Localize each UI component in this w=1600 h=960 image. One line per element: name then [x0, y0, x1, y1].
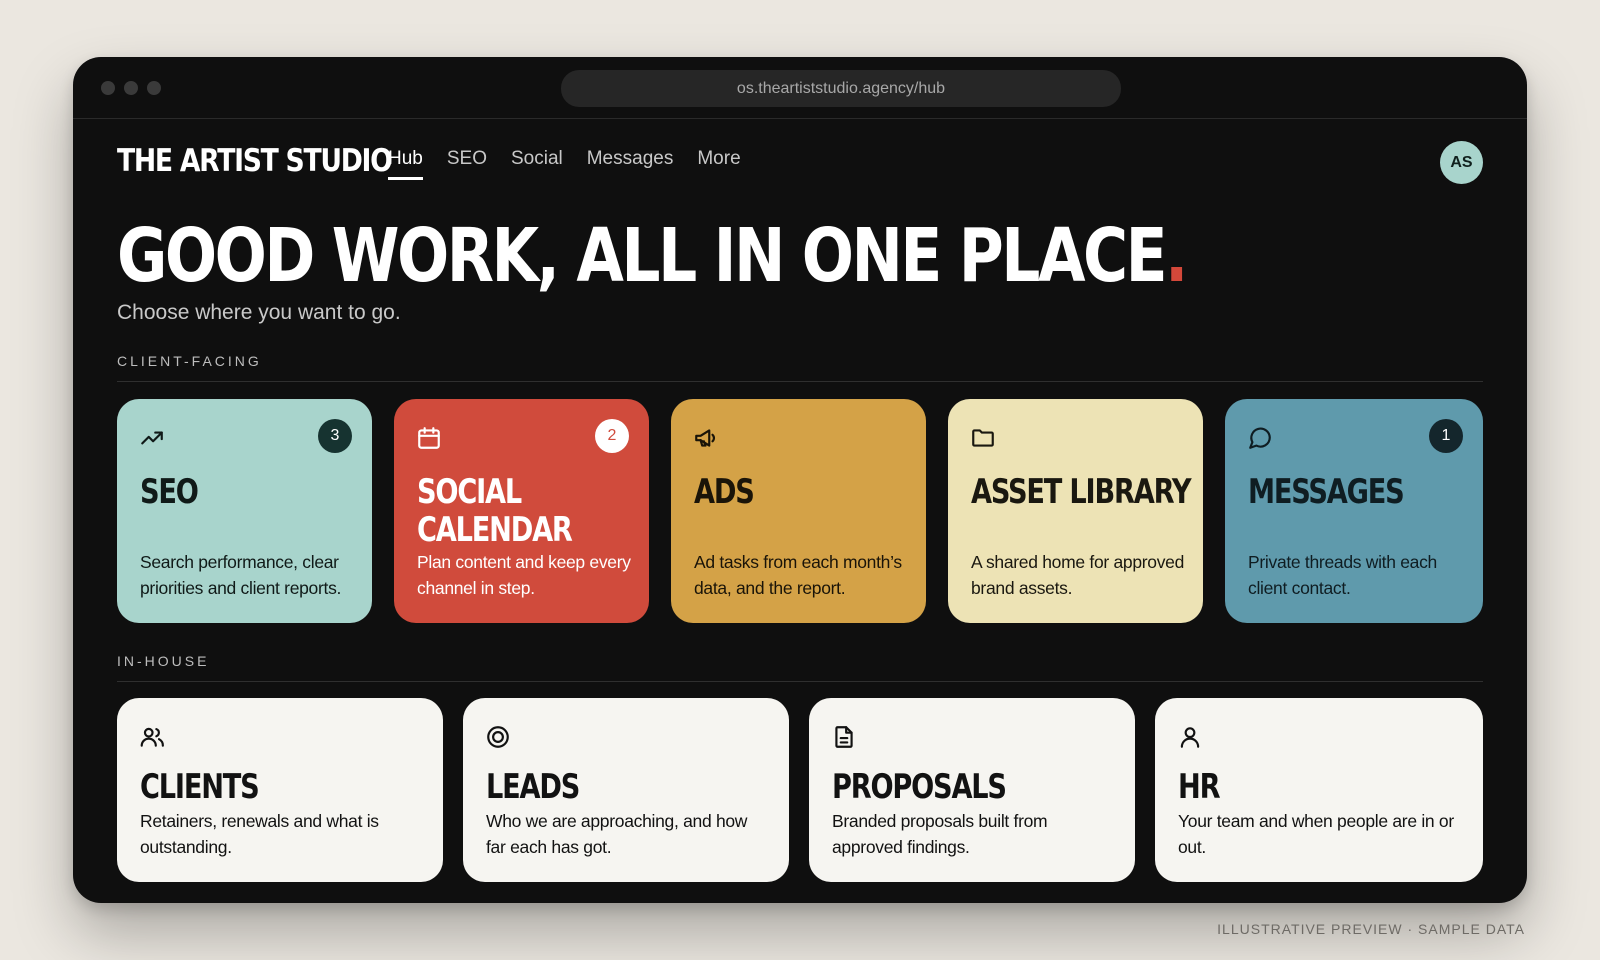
card-description: Branded proposals built from approved fi… [832, 811, 1048, 857]
card-hr[interactable]: HR Your team and when people are in or o… [1155, 698, 1483, 882]
nav-menu: Hub SEO Social Messages More [388, 148, 741, 180]
card-title: SEO [140, 472, 199, 512]
nav-item-seo[interactable]: SEO [447, 148, 487, 180]
browser-window: os.theartiststudio.agency/hub THE ARTIST… [73, 57, 1527, 903]
page-title-accent: . [1165, 213, 1188, 299]
window-dot-close[interactable] [101, 81, 115, 95]
megaphone-icon [695, 429, 715, 447]
section-divider [117, 681, 1483, 682]
card-description: Plan content and keep every channel in s… [417, 552, 631, 598]
card-description: Retainers, renewals and what is outstand… [140, 811, 379, 857]
card-title: CLIENTS [140, 767, 260, 807]
card-ads[interactable]: ADS Ad tasks from each month’s data, and… [671, 399, 926, 623]
card-description: Private threads with each client contact… [1248, 552, 1437, 598]
card-description: Your team and when people are in or out. [1178, 811, 1454, 857]
card-title: PROPOSALS [832, 767, 1007, 807]
window-dot-maximize[interactable] [147, 81, 161, 95]
nav-item-messages[interactable]: Messages [587, 148, 674, 180]
page-title: GOOD WORK, ALL IN ONE PLACE. [117, 219, 1188, 293]
target-icon [487, 726, 509, 748]
chat-bubble-icon [1249, 427, 1271, 449]
users-icon [140, 727, 164, 747]
page-title-text: GOOD WORK, ALL IN ONE PLACE [117, 213, 1168, 299]
card-title: HR [1178, 767, 1221, 807]
window-controls [101, 81, 161, 95]
trending-up-icon [141, 431, 163, 445]
section-label-client-facing: CLIENT-FACING [117, 353, 262, 369]
user-avatar[interactable]: AS [1440, 141, 1483, 184]
card-description: A shared home for approved brand assets. [971, 552, 1185, 598]
browser-titlebar: os.theartiststudio.agency/hub [73, 57, 1527, 119]
nav-item-more[interactable]: More [697, 148, 740, 180]
card-social-calendar[interactable]: 2 SOCIAL CALENDAR Plan content and keep … [394, 399, 649, 623]
notification-badge: 3 [318, 419, 352, 453]
footer-note: ILLUSTRATIVE PREVIEW · SAMPLE DATA [1217, 921, 1525, 937]
folder-icon [972, 429, 994, 447]
section-label-in-house: IN-HOUSE [117, 653, 210, 669]
card-seo[interactable]: 3 SEO Search performance, clear prioriti… [117, 399, 372, 623]
brand-logo[interactable]: THE ARTIST STUDIO [117, 143, 393, 179]
section-divider [117, 381, 1483, 382]
notification-badge: 2 [595, 419, 629, 453]
card-title: ASSET LIBRARY [971, 472, 1192, 512]
page-subtitle: Choose where you want to go. [117, 301, 401, 324]
nav-item-social[interactable]: Social [511, 148, 563, 180]
card-description: Who we are approaching, and how far each… [486, 811, 748, 857]
nav-item-hub[interactable]: Hub [388, 148, 423, 180]
card-title: ADS [694, 472, 755, 512]
window-dot-minimize[interactable] [124, 81, 138, 95]
notification-badge: 1 [1429, 419, 1463, 453]
card-title: MESSAGES [1248, 472, 1405, 512]
card-leads[interactable]: LEADS Who we are approaching, and how fa… [463, 698, 789, 882]
card-description: Search performance, clear priorities and… [140, 552, 342, 598]
calendar-icon [418, 427, 440, 449]
document-icon [835, 726, 853, 748]
top-nav: THE ARTIST STUDIO Hub SEO Social Message… [117, 141, 1483, 201]
card-clients[interactable]: CLIENTS Retainers, renewals and what is … [117, 698, 443, 882]
card-description: Ad tasks from each month’s data, and the… [694, 552, 902, 598]
card-title: SOCIAL CALENDAR [417, 472, 573, 551]
user-icon [1180, 727, 1200, 748]
address-bar[interactable]: os.theartiststudio.agency/hub [561, 70, 1121, 107]
card-title: LEADS [486, 767, 580, 807]
card-proposals[interactable]: PROPOSALS Branded proposals built from a… [809, 698, 1135, 882]
card-asset-library[interactable]: ASSET LIBRARY A shared home for approved… [948, 399, 1203, 623]
card-messages[interactable]: 1 MESSAGES Private threads with each cli… [1225, 399, 1483, 623]
